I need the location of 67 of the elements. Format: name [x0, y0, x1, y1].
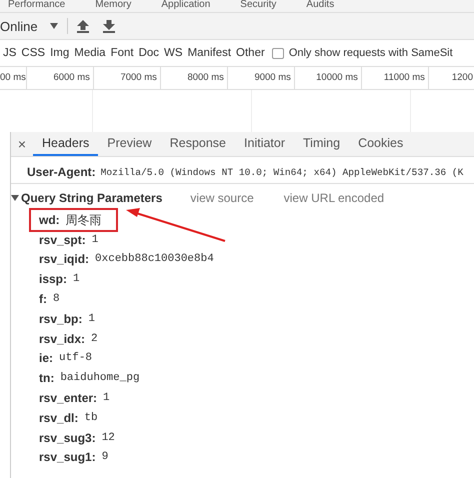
detail-tab[interactable]: Timing: [294, 132, 350, 156]
time-tick: 6000 ms: [26, 67, 94, 89]
dropdown-caret-icon[interactable]: [50, 23, 58, 29]
param-name: tn:: [39, 371, 54, 386]
throttling-select[interactable]: Online: [0, 18, 50, 34]
param-value: 9: [102, 451, 108, 464]
param-name: rsv_dl:: [39, 410, 78, 425]
view-link[interactable]: view URL encoded: [284, 191, 384, 205]
param-value: utf-8: [59, 352, 92, 364]
filter-button[interactable]: Manifest: [188, 47, 232, 59]
devtools-tab[interactable]: Security: [240, 0, 276, 12]
devtools-tab[interactable]: Memory: [95, 0, 132, 12]
filter-button[interactable]: Media: [74, 47, 106, 59]
filter-button[interactable]: WS: [164, 47, 183, 59]
filter-button[interactable]: CSS: [21, 47, 46, 59]
time-tick: 8000 ms: [160, 67, 228, 89]
param-value: 周冬雨: [66, 212, 102, 228]
param-name: issp:: [39, 272, 68, 286]
param-value: 0xcebb88c10030e8b4: [95, 253, 214, 266]
param-value: 1: [88, 312, 95, 325]
header-name: User-Agent:: [27, 165, 96, 179]
detail-tab[interactable]: Initiator: [235, 132, 294, 156]
param-name: ie:: [39, 351, 54, 366]
checkbox[interactable]: [272, 48, 284, 58]
param-name: rsv_spt:: [39, 232, 86, 247]
filter-button[interactable]: Font: [110, 47, 134, 59]
param-value: 1: [92, 234, 98, 246]
filter-button[interactable]: Other: [236, 47, 265, 59]
time-tick: 11000 ms: [362, 67, 429, 89]
param-value: tb: [84, 412, 98, 424]
param-value: 1: [73, 273, 80, 286]
filter-button[interactable]: Doc: [138, 47, 160, 59]
checkbox-label: Only show requests with SameSit: [288, 47, 453, 59]
param-name: rsv_sug1:: [39, 450, 96, 464]
detail-tab[interactable]: Preview: [98, 132, 161, 156]
param-name: rsv_iqid:: [39, 252, 90, 266]
param-name: rsv_enter:: [39, 391, 98, 406]
detail-tab[interactable]: Headers: [33, 132, 98, 156]
param-name: rsv_idx:: [39, 332, 86, 346]
devtools-tab[interactable]: Audits: [306, 0, 334, 12]
devtools-tab[interactable]: Performance: [8, 0, 66, 12]
header-value: Mozilla/5.0 (Windows NT 10.0; Win64; x64) AppleWebKit/537.36 (K: [100, 166, 464, 178]
param-value: 2: [91, 332, 98, 345]
time-tick: 00 ms: [0, 67, 27, 89]
param-name: rsv_bp:: [39, 312, 82, 326]
close-button[interactable]: ×: [11, 132, 33, 156]
section-title[interactable]: Query String Parameters: [21, 191, 162, 205]
time-tick: 7000 ms: [94, 67, 161, 89]
download-icon[interactable]: [103, 20, 115, 32]
param-value: baiduhome_pg: [60, 372, 140, 384]
time-tick: 10000 ms: [294, 67, 362, 89]
param-value: 1: [103, 392, 110, 404]
param-value: 8: [53, 293, 60, 306]
devtools-tab[interactable]: Application: [161, 0, 210, 12]
upload-icon[interactable]: [77, 20, 89, 32]
param-name: rsv_sug3:: [39, 430, 96, 445]
detail-tab[interactable]: Cookies: [349, 132, 412, 156]
filter-button[interactable]: Img: [50, 47, 70, 59]
filter-button[interactable]: JS: [3, 47, 16, 59]
param-name: f:: [39, 292, 47, 306]
detail-tab[interactable]: Response: [160, 132, 236, 156]
view-link[interactable]: view source: [190, 191, 254, 205]
time-tick: 9000 ms: [228, 67, 295, 89]
expand-triangle-icon[interactable]: [11, 194, 19, 202]
param-value: 12: [102, 432, 115, 444]
time-tick: 1200: [450, 71, 474, 85]
param-name: wd:: [39, 213, 60, 227]
